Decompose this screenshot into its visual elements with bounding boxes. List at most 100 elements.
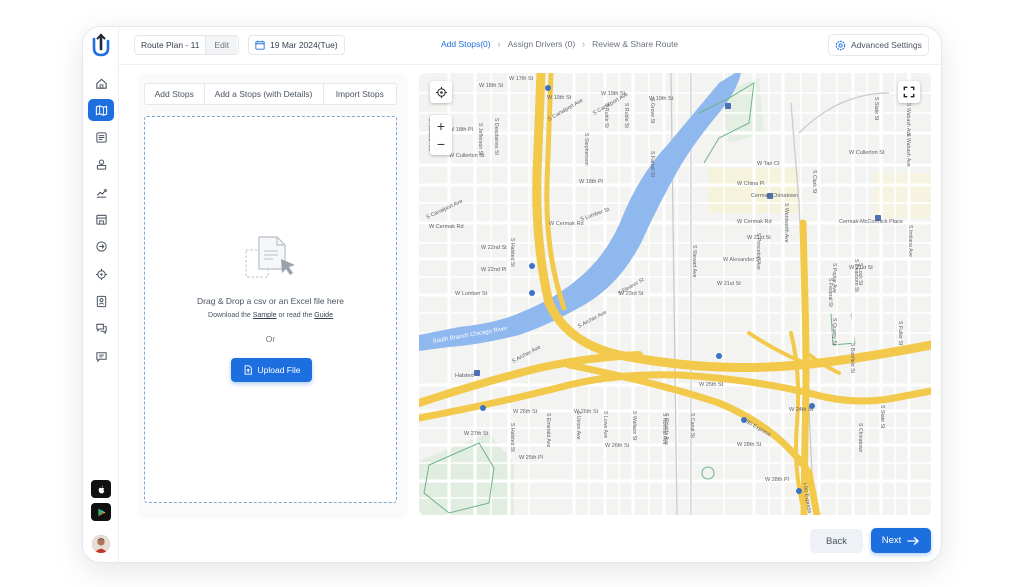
guide-link[interactable]: Guide: [314, 312, 333, 319]
integration-icon[interactable]: [88, 235, 114, 257]
step-assign-drivers[interactable]: Assign Drivers (0): [508, 39, 576, 49]
sidebar: [83, 27, 119, 562]
zoom-out-button[interactable]: −: [437, 135, 445, 153]
route-map-icon[interactable]: [88, 99, 114, 121]
chevron-right-icon: ›: [582, 39, 586, 49]
home-icon[interactable]: [88, 72, 114, 94]
map-label-princeton: S Princeton Ave: [755, 233, 761, 270]
store-icon[interactable]: [88, 208, 114, 230]
advanced-settings-label: Advanced Settings: [851, 40, 922, 50]
contacts-icon[interactable]: [88, 290, 114, 312]
step-review-share[interactable]: Review & Share Route: [592, 39, 678, 49]
location-target-icon[interactable]: [88, 263, 114, 285]
map-label-farrell: S Farrell St: [649, 151, 655, 178]
advanced-settings-button[interactable]: Advanced Settings: [828, 34, 929, 56]
map-label-w19th: W 19th St: [547, 95, 572, 101]
map-label-w18th-pl-b: W 18th Pl: [579, 179, 603, 185]
file-dropzone[interactable]: Drag & Drop a csv or an Excel file here …: [144, 116, 397, 503]
step-add-stops[interactable]: Add Stops(0): [441, 39, 491, 49]
map-label-chinatown: S Chinatown: [857, 423, 863, 453]
map-label-w27th: W 27th St: [464, 431, 489, 437]
edit-plan-button[interactable]: Edit: [205, 36, 238, 54]
apple-store-icon[interactable]: [91, 480, 111, 498]
user-avatar[interactable]: [92, 535, 110, 553]
map-label-wentworth: S Wentworth Ave: [783, 203, 789, 243]
map-label-wallace: S Wallace St: [631, 411, 637, 441]
wizard-steps: Add Stops(0) › Assign Drivers (0) › Revi…: [441, 39, 678, 49]
map-label-w26th: W 26th St: [513, 409, 538, 415]
back-button[interactable]: Back: [810, 529, 863, 553]
map-label-fuller: S Fuller St: [897, 321, 903, 346]
top-header: Route Plan - 11 Edit 19 Mar 2024(Tue) Ad…: [119, 27, 941, 65]
map-label-halsted-b: S Halsted St: [509, 423, 515, 452]
tab-add-stops-details[interactable]: Add a Stops (with Details): [205, 84, 324, 104]
gear-icon: [835, 40, 846, 50]
map-label-lumber: W Lumber St: [455, 291, 488, 297]
map-label-w21st: W 21st St: [717, 281, 741, 287]
map-label-cullerton-b: W Cullerton St: [849, 150, 885, 156]
analytics-icon[interactable]: [88, 181, 114, 203]
map-label-w22nd-pl: W 22nd Pl: [481, 267, 506, 273]
tab-add-stops[interactable]: Add Stops: [145, 84, 205, 104]
tab-import-stops[interactable]: Import Stops: [324, 84, 396, 104]
route-plan-name-box: Route Plan - 11 Edit: [134, 35, 239, 55]
map-label-w25th: W 25th St: [699, 382, 724, 388]
dropzone-title: Drag & Drop a csv or an Excel file here: [197, 296, 344, 306]
file-upload-small-icon: [244, 365, 252, 375]
map-label-grove: S Grove St: [649, 98, 655, 124]
sample-link[interactable]: Sample: [253, 312, 277, 319]
crosshair-icon: [435, 86, 447, 98]
map-label-union: S Union Ave: [575, 411, 581, 440]
map-label-cermak: W Cermak Rd: [429, 224, 464, 230]
map-label-desplaines: S Desplaines St: [493, 118, 499, 155]
next-button[interactable]: Next: [871, 528, 931, 553]
chevron-right-icon: ›: [497, 39, 501, 49]
fullscreen-button[interactable]: [898, 81, 920, 103]
dropzone-subtitle: Download the Sample or read the Guide: [145, 312, 396, 319]
map-label-emerald: S Emerald Ave: [545, 413, 551, 447]
map-label-clark: S Clark St: [811, 170, 817, 194]
next-label: Next: [881, 535, 902, 546]
date-value: 19 Mar 2024(Tue): [270, 40, 338, 50]
map-label-stewart: S Stewart Ave: [691, 245, 697, 278]
map-label-cermak-mccormick: Cermak-McCormick Place: [839, 219, 903, 225]
map-canvas[interactable]: W 17th St W 18th St W 19th St W 19th St …: [419, 73, 931, 515]
zoom-controls: + −: [430, 115, 452, 155]
map-label-w25th-pl: W 25th Pl: [519, 455, 543, 461]
map-label-cermak-chinatown: Cermak-Chinatown: [751, 193, 798, 199]
stops-panel: Add Stops Add a Stops (with Details) Imp…: [138, 73, 408, 519]
zoom-in-button[interactable]: +: [437, 117, 445, 135]
or-separator: Or: [265, 334, 276, 344]
map-label-w18th-pl: W 18th Pl: [449, 127, 473, 133]
stops-tabs: Add Stops Add a Stops (with Details) Imp…: [144, 83, 397, 105]
map-label-w28th: W 28th St: [737, 442, 762, 448]
google-play-icon[interactable]: [91, 503, 111, 521]
calendar-icon: [255, 40, 265, 50]
checklist-icon[interactable]: [88, 126, 114, 148]
map-label-ruble: S Ruble St: [603, 103, 609, 128]
support-icon[interactable]: [88, 317, 114, 339]
map-label-bonfield: S Bonfield St: [849, 343, 855, 374]
brand-logo[interactable]: [89, 33, 113, 59]
route-map[interactable]: W 17th St W 18th St W 19th St W 19th St …: [419, 73, 931, 515]
upload-file-button[interactable]: Upload File: [231, 358, 312, 382]
map-label-indiana: S Indiana Ave: [907, 225, 913, 257]
map-label-lowe: S Lowe Ave: [602, 411, 608, 438]
map-label-china: W China Pl: [737, 181, 765, 187]
map-label-state: S State St: [873, 97, 879, 121]
map-label-state-b: S State St: [879, 405, 885, 429]
map-label-shields: S Shields Ave: [663, 413, 669, 445]
map-label-jefferson: S Jefferson St: [477, 123, 483, 156]
dropzone-sub-middle: or read the: [278, 312, 313, 319]
map-label-w24th: W 24th St: [789, 407, 814, 413]
drivers-icon[interactable]: [88, 153, 114, 175]
map-label-wabash-b: S Wabash Ave: [905, 133, 911, 167]
date-picker[interactable]: 19 Mar 2024(Tue): [248, 35, 345, 55]
messages-icon[interactable]: [88, 345, 114, 367]
file-upload-icon: [245, 236, 295, 278]
map-label-canal: S Canal St: [689, 413, 695, 438]
map-label-lock: S Lock St: [857, 263, 863, 286]
route-plan-name: Route Plan - 11: [141, 40, 200, 50]
map-label-halsted: S Halsted St: [509, 238, 515, 267]
locate-me-button[interactable]: [430, 81, 452, 103]
